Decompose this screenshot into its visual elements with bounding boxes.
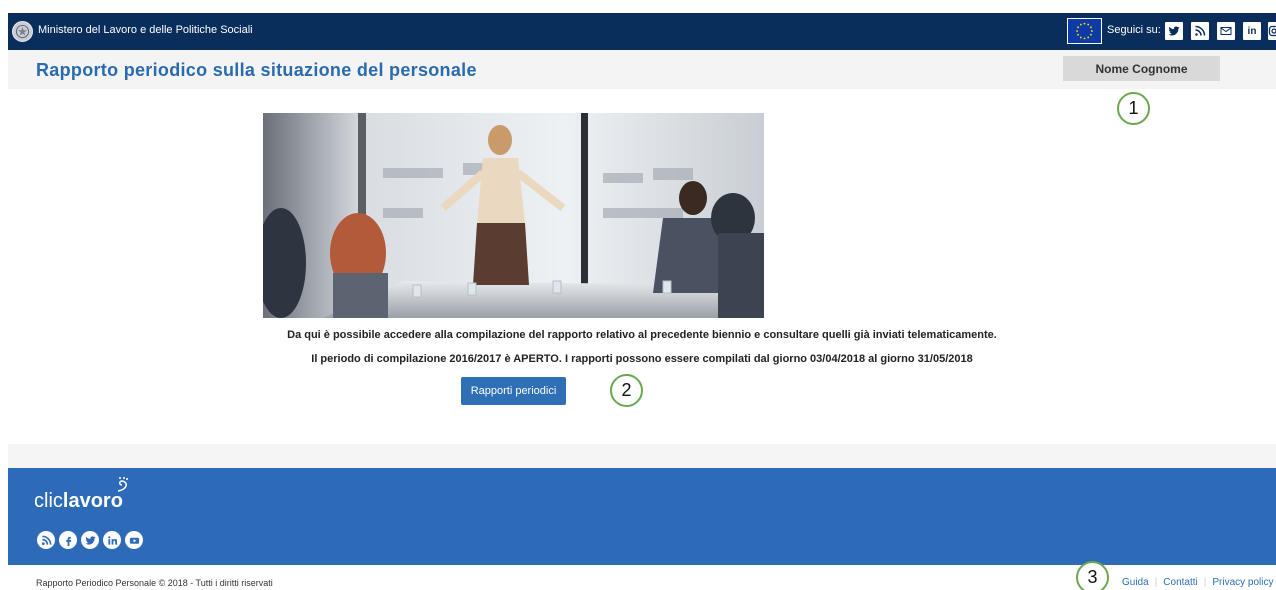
- info-text-period: Il periodo di compilazione 2016/2017 è A…: [311, 353, 973, 365]
- callout-marker-1: 1: [1117, 92, 1150, 125]
- cliclavoro-logo[interactable]: cliclavoro: [34, 490, 123, 513]
- linkedin-icon[interactable]: in: [1243, 22, 1261, 40]
- user-name-box[interactable]: Nome Cognome: [1063, 56, 1220, 81]
- page-title: Rapporto periodico sulla situazione del …: [36, 60, 477, 80]
- callout-marker-2: 2: [610, 374, 643, 407]
- logo-text-clic: clic: [34, 490, 63, 512]
- youtube-icon[interactable]: [125, 531, 143, 549]
- footer-link-guida[interactable]: Guida: [1122, 577, 1149, 588]
- info-text-access: Da qui è possibile accedere alla compila…: [287, 329, 997, 341]
- logo-swirl-icon: [117, 477, 128, 492]
- rss-icon[interactable]: [1191, 22, 1209, 40]
- linkedin-text: in: [1247, 25, 1257, 37]
- hero-meeting-image: [263, 113, 764, 318]
- mail-icon[interactable]: [1217, 22, 1235, 40]
- footer-links: Guida | Contatti | Privacy policy: [1122, 577, 1274, 588]
- site-footer: cliclavoro: [8, 468, 1276, 565]
- rss-icon[interactable]: [37, 531, 55, 549]
- link-separator: |: [1154, 577, 1158, 588]
- eu-flag-icon: [1067, 18, 1102, 44]
- spacer-band: [8, 444, 1276, 468]
- footer-link-contatti[interactable]: Contatti: [1163, 577, 1197, 588]
- facebook-icon[interactable]: [59, 531, 77, 549]
- copyright-text: Rapporto Periodico Personale © 2018 - Tu…: [36, 578, 273, 588]
- footer-link-privacy-policy[interactable]: Privacy policy: [1212, 577, 1273, 588]
- title-band: Rapporto periodico sulla situazione del …: [8, 50, 1276, 89]
- ministry-topbar: Ministero del Lavoro e delle Politiche S…: [8, 13, 1276, 50]
- ministry-name-link[interactable]: Ministero del Lavoro e delle Politiche S…: [38, 24, 253, 36]
- twitter-icon[interactable]: [81, 531, 99, 549]
- twitter-icon[interactable]: [1165, 22, 1183, 40]
- logo-text-lavoro: lavoro: [62, 490, 123, 512]
- instagram-icon[interactable]: [1268, 22, 1276, 40]
- republic-emblem-icon: [12, 21, 33, 42]
- follow-us-label: Seguici su:: [1107, 24, 1161, 36]
- link-separator: |: [1203, 577, 1207, 588]
- rapporti-periodici-button[interactable]: Rapporti periodici: [461, 377, 566, 405]
- callout-marker-3: 3: [1076, 561, 1109, 590]
- linkedin-icon[interactable]: [103, 531, 121, 549]
